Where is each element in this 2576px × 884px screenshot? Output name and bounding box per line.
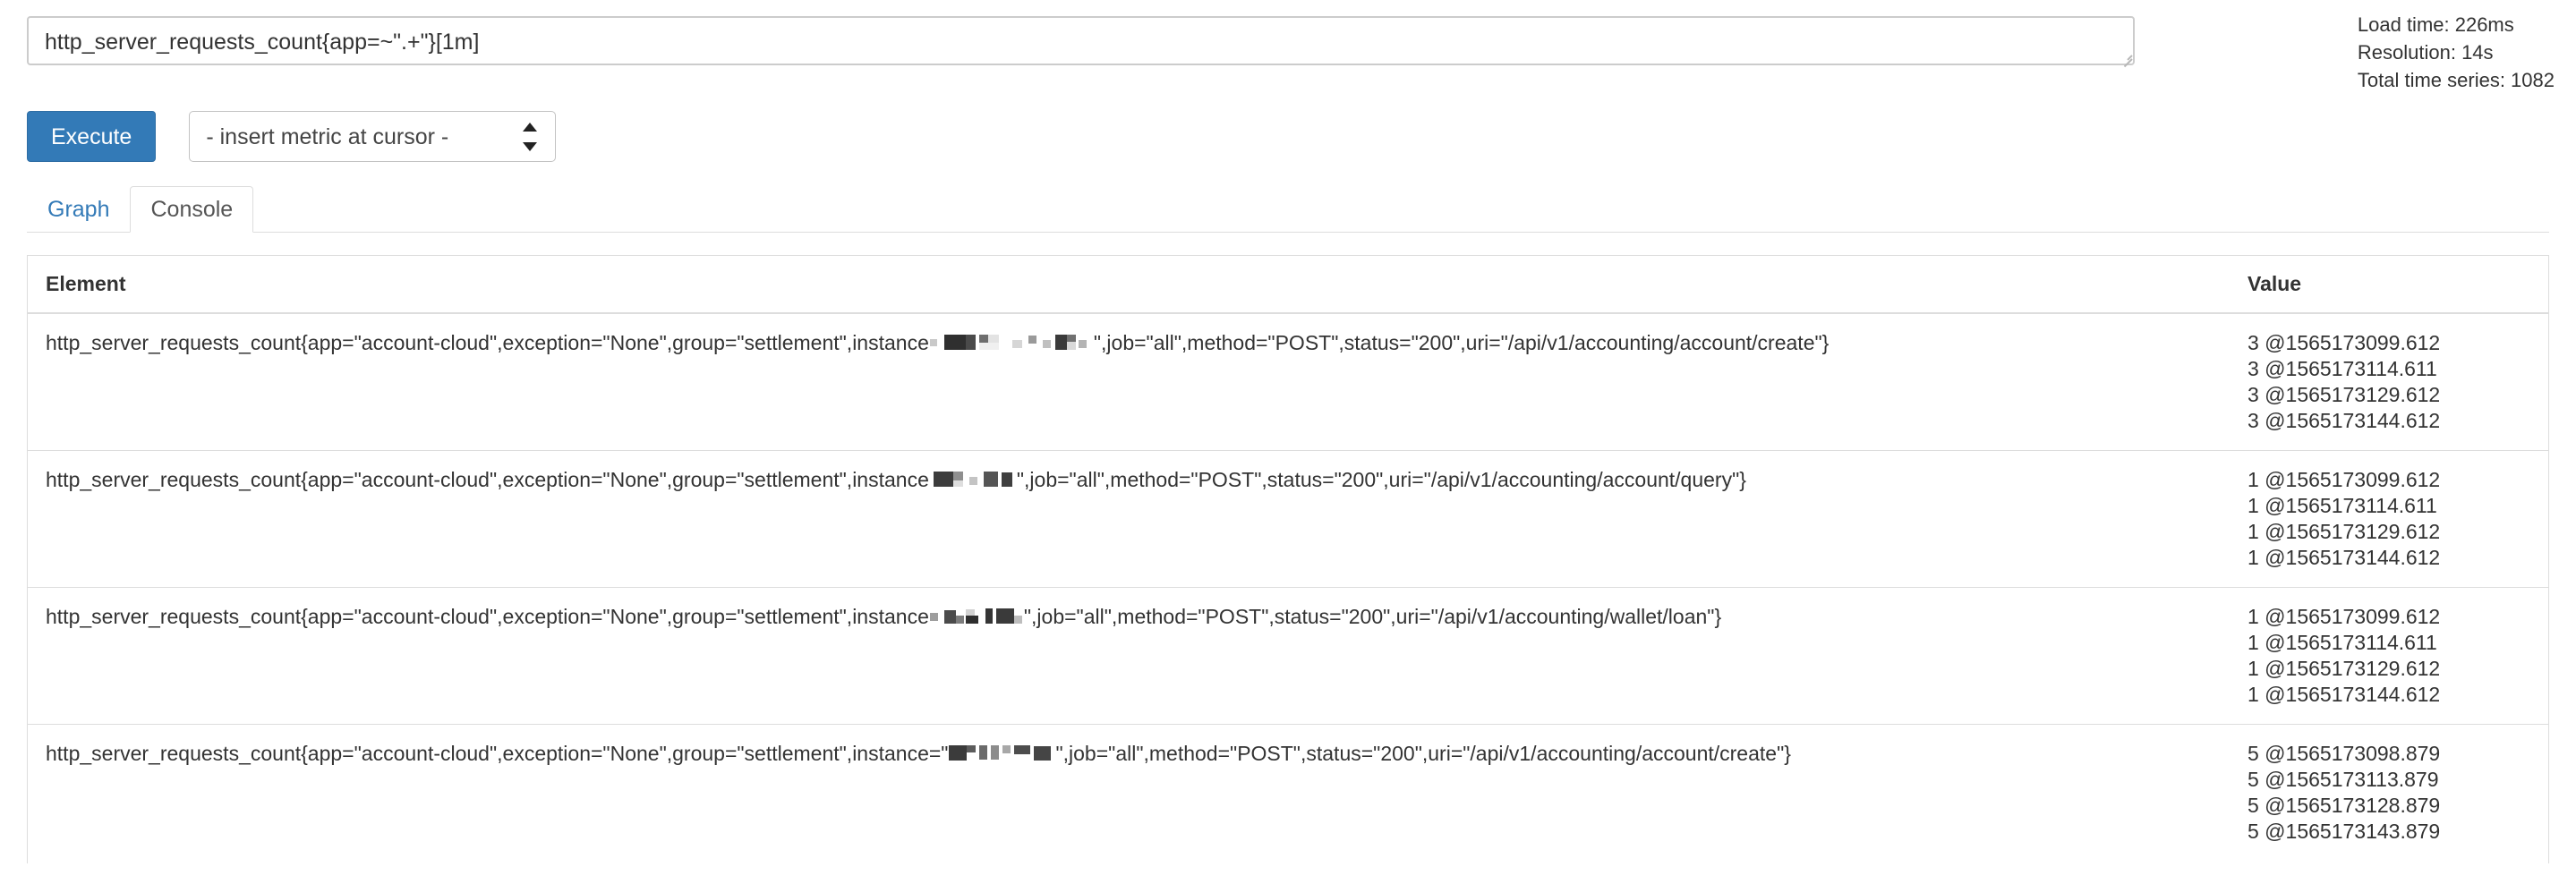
execute-button[interactable]: Execute [27, 111, 157, 162]
metric-select-value: - insert metric at cursor - [206, 124, 449, 149]
results-table: Element Value http_server_requests_count… [28, 256, 2548, 861]
series-selector-prefix: http_server_requests_count{app="account-… [46, 468, 929, 491]
element-cell: http_server_requests_count{app="account-… [28, 724, 2230, 861]
element-cell: http_server_requests_count{app="account-… [28, 450, 2230, 588]
results-table-body: http_server_requests_count{app="account-… [28, 313, 2548, 861]
redacted-instance-value [949, 744, 1054, 763]
spinner-up-down-icon[interactable] [523, 122, 538, 152]
redacted-instance-value-2 [1011, 333, 1093, 353]
sample-value: 1 @1565173129.612 [2248, 520, 2441, 543]
sample-value: 5 @1565173113.879 [2248, 768, 2439, 791]
series-selector: http_server_requests_count{app="account-… [46, 604, 2230, 629]
table-row[interactable]: http_server_requests_count{app="account-… [28, 587, 2548, 725]
sample-value: 3 @1565173129.612 [2248, 383, 2441, 406]
column-header-value: Value [2230, 256, 2548, 314]
load-time: Load time: 226ms [2357, 13, 2514, 36]
column-header-element: Element [28, 256, 2230, 314]
sample-value: 1 @1565173114.611 [2248, 494, 2437, 517]
sample-value: 1 @1565173099.612 [2248, 605, 2441, 628]
series-selector: http_server_requests_count{app="account-… [46, 467, 2230, 492]
sample-value: 5 @1565173128.879 [2248, 794, 2441, 817]
table-row[interactable]: http_server_requests_count{app="account-… [28, 313, 2548, 451]
element-cell: http_server_requests_count{app="account-… [28, 313, 2230, 451]
series-selector-prefix: http_server_requests_count{app="account-… [46, 605, 929, 628]
element-cell: http_server_requests_count{app="account-… [28, 587, 2230, 725]
view-tabs: Graph Console [27, 186, 2549, 233]
tab-graph[interactable]: Graph [27, 186, 130, 233]
redacted-instance-value [929, 333, 1009, 353]
tab-console[interactable]: Console [130, 186, 254, 233]
query-controls: Execute - insert metric at cursor - [27, 111, 557, 162]
sample-value: 3 @1565173114.611 [2248, 357, 2437, 380]
table-row[interactable]: http_server_requests_count{app="account-… [28, 450, 2548, 588]
redacted-instance-value [930, 470, 1016, 489]
value-cell: 1 @1565173099.612 1 @1565173114.611 1 @1… [2230, 587, 2548, 725]
sample-value: 1 @1565173129.612 [2248, 657, 2441, 680]
sample-value: 1 @1565173144.612 [2248, 546, 2441, 569]
sample-value: 1 @1565173144.612 [2248, 683, 2441, 706]
sample-value: 3 @1565173099.612 [2248, 331, 2441, 354]
redacted-instance-value [929, 607, 1023, 626]
value-cell: 5 @1565173098.879 5 @1565173113.879 5 @1… [2230, 724, 2548, 861]
series-selector: http_server_requests_count{app="account-… [46, 330, 2230, 355]
series-selector-prefix: http_server_requests_count{app="account-… [46, 331, 929, 354]
series-selector-suffix: ",job="all",method="POST",status="200",u… [1016, 468, 1746, 491]
query-stats: Load time: 226ms Resolution: 14s Total t… [2358, 11, 2555, 94]
value-cell: 3 @1565173099.612 3 @1565173114.611 3 @1… [2230, 313, 2548, 451]
sample-value: 5 @1565173143.879 [2248, 820, 2441, 843]
value-cell: 1 @1565173099.612 1 @1565173114.611 1 @1… [2230, 450, 2548, 588]
query-row [27, 16, 2135, 68]
table-row[interactable]: http_server_requests_count{app="account-… [28, 724, 2548, 861]
sample-value: 5 @1565173098.879 [2248, 742, 2441, 765]
metric-select[interactable]: - insert metric at cursor - [189, 111, 557, 162]
sample-value: 1 @1565173099.612 [2248, 468, 2441, 491]
prometheus-expression-browser: Load time: 226ms Resolution: 14s Total t… [0, 0, 2576, 884]
series-selector-suffix: ",job="all",method="POST",status="200",u… [1055, 742, 1791, 765]
resolution: Resolution: 14s [2357, 41, 2494, 64]
series-selector-suffix: ",job="all",method="POST",status="200",u… [1023, 605, 1722, 628]
results-table-container: Element Value http_server_requests_count… [27, 255, 2549, 863]
table-header-row: Element Value [28, 256, 2548, 314]
total-time-series: Total time series: 1082 [2357, 69, 2555, 91]
series-selector-suffix: ",job="all",method="POST",status="200",u… [1093, 331, 1830, 354]
sample-value: 3 @1565173144.612 [2248, 409, 2441, 432]
expression-input[interactable] [27, 16, 2135, 65]
series-selector-prefix: http_server_requests_count{app="account-… [46, 742, 949, 765]
series-selector: http_server_requests_count{app="account-… [46, 741, 2230, 766]
sample-value: 1 @1565173114.611 [2248, 631, 2437, 654]
